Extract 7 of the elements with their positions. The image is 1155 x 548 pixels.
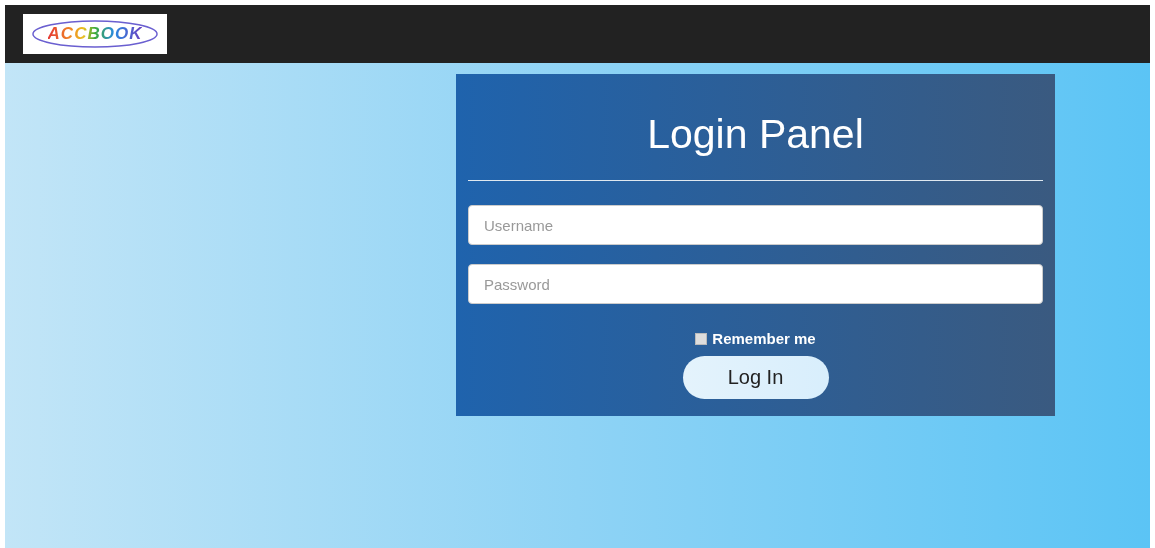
panel-title: Login Panel — [647, 110, 864, 158]
checkbox[interactable] — [695, 332, 708, 345]
logo[interactable]: ACCBOOK — [23, 14, 167, 54]
input-field[interactable]: Password — [468, 264, 1043, 304]
input-field[interactable]: Username — [468, 205, 1043, 245]
remember-label[interactable]: Remember me — [712, 330, 816, 347]
login-button[interactable]: Log In — [682, 356, 829, 399]
